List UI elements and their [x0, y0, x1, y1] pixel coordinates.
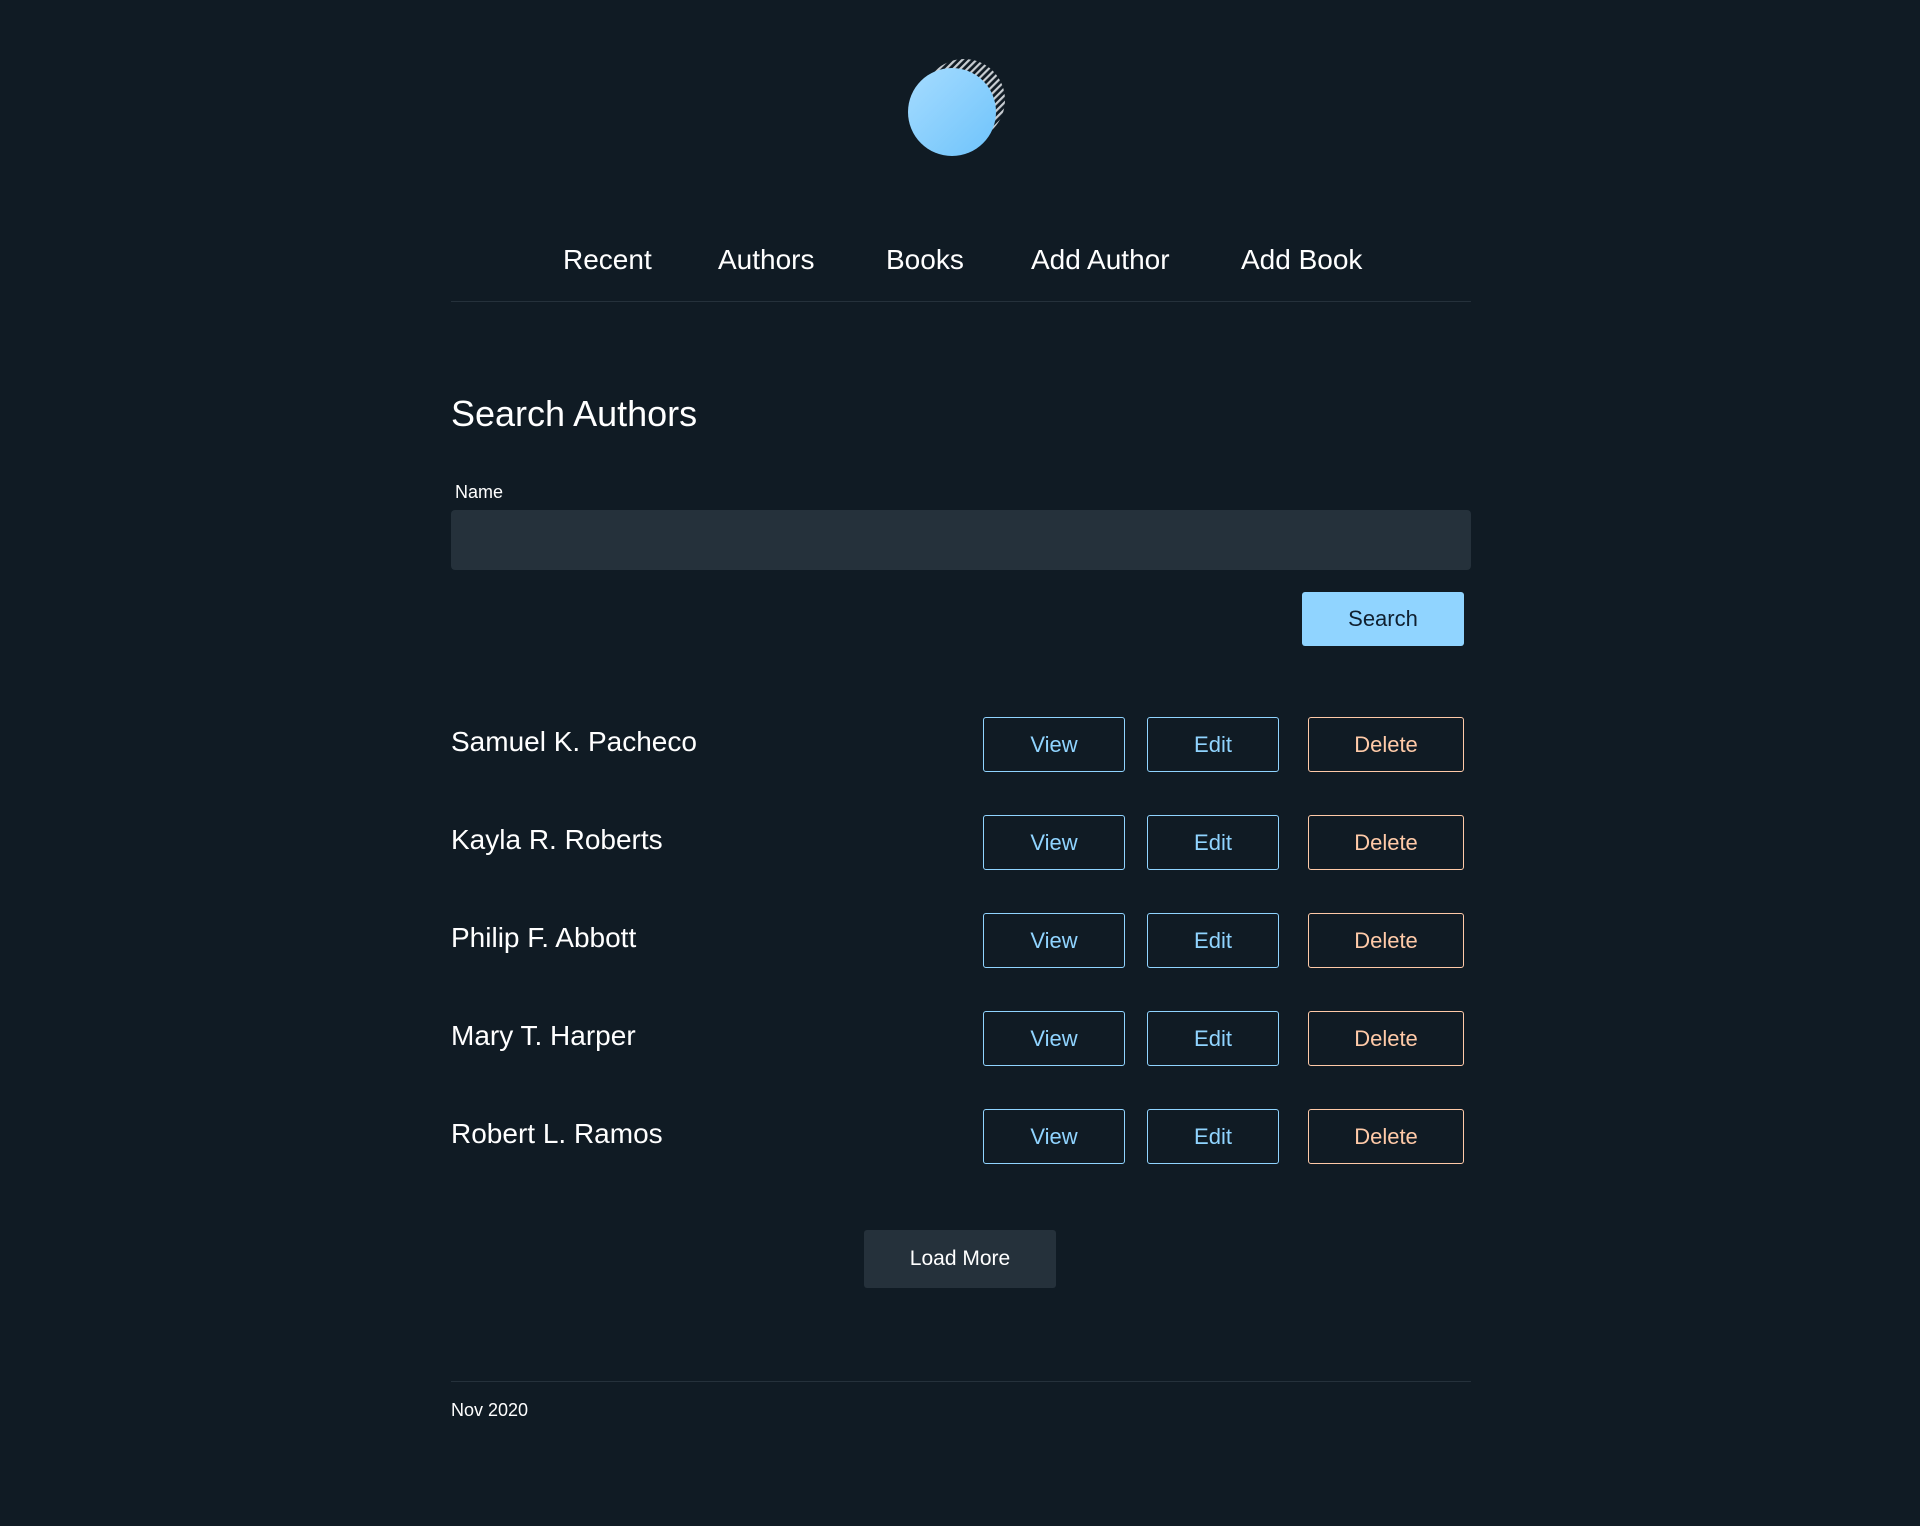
edit-button[interactable]: Edit — [1147, 1011, 1279, 1066]
load-more-button[interactable]: Load More — [864, 1230, 1056, 1288]
delete-button[interactable]: Delete — [1308, 913, 1464, 968]
author-name: Philip F. Abbott — [451, 922, 637, 953]
delete-button[interactable]: Delete — [1308, 1109, 1464, 1164]
author-name: Samuel K. Pacheco — [451, 726, 697, 757]
delete-button[interactable]: Delete — [1308, 815, 1464, 870]
view-button[interactable]: View — [983, 815, 1125, 870]
author-row: Mary T. Harper View Edit Delete — [451, 1011, 1471, 1109]
author-name: Kayla R. Roberts — [451, 824, 663, 855]
nav-item-books[interactable]: Books — [886, 244, 964, 276]
author-name: Robert L. Ramos — [451, 1118, 663, 1149]
main-nav: Recent Authors Books Add Author Add Book — [451, 230, 1471, 302]
author-row: Samuel K. Pacheco View Edit Delete — [451, 717, 1471, 815]
search-button[interactable]: Search — [1302, 592, 1464, 646]
view-button[interactable]: View — [983, 1011, 1125, 1066]
footer-date: Nov 2020 — [451, 1400, 529, 1420]
edit-button[interactable]: Edit — [1147, 815, 1279, 870]
nav-item-recent[interactable]: Recent — [563, 244, 652, 276]
footer: Nov 2020 — [451, 1381, 1471, 1421]
edit-button[interactable]: Edit — [1147, 913, 1279, 968]
nav-item-add-author[interactable]: Add Author — [1031, 244, 1170, 276]
view-button[interactable]: View — [983, 717, 1125, 772]
nav-item-add-book[interactable]: Add Book — [1241, 244, 1362, 276]
author-row: Philip F. Abbott View Edit Delete — [451, 913, 1471, 1011]
view-button[interactable]: View — [983, 913, 1125, 968]
edit-button[interactable]: Edit — [1147, 717, 1279, 772]
circle-logo-icon — [908, 59, 1005, 156]
author-row: Robert L. Ramos View Edit Delete — [451, 1109, 1471, 1207]
page-title: Search Authors — [451, 393, 698, 434]
author-list: Samuel K. Pacheco View Edit Delete Kayla… — [451, 717, 1471, 1207]
nav-item-authors[interactable]: Authors — [718, 244, 815, 276]
name-search-input[interactable] — [451, 510, 1471, 570]
delete-button[interactable]: Delete — [1308, 1011, 1464, 1066]
delete-button[interactable]: Delete — [1308, 717, 1464, 772]
name-field-label: Name — [455, 482, 504, 502]
author-name: Mary T. Harper — [451, 1020, 636, 1051]
author-row: Kayla R. Roberts View Edit Delete — [451, 815, 1471, 913]
view-button[interactable]: View — [983, 1109, 1125, 1164]
edit-button[interactable]: Edit — [1147, 1109, 1279, 1164]
